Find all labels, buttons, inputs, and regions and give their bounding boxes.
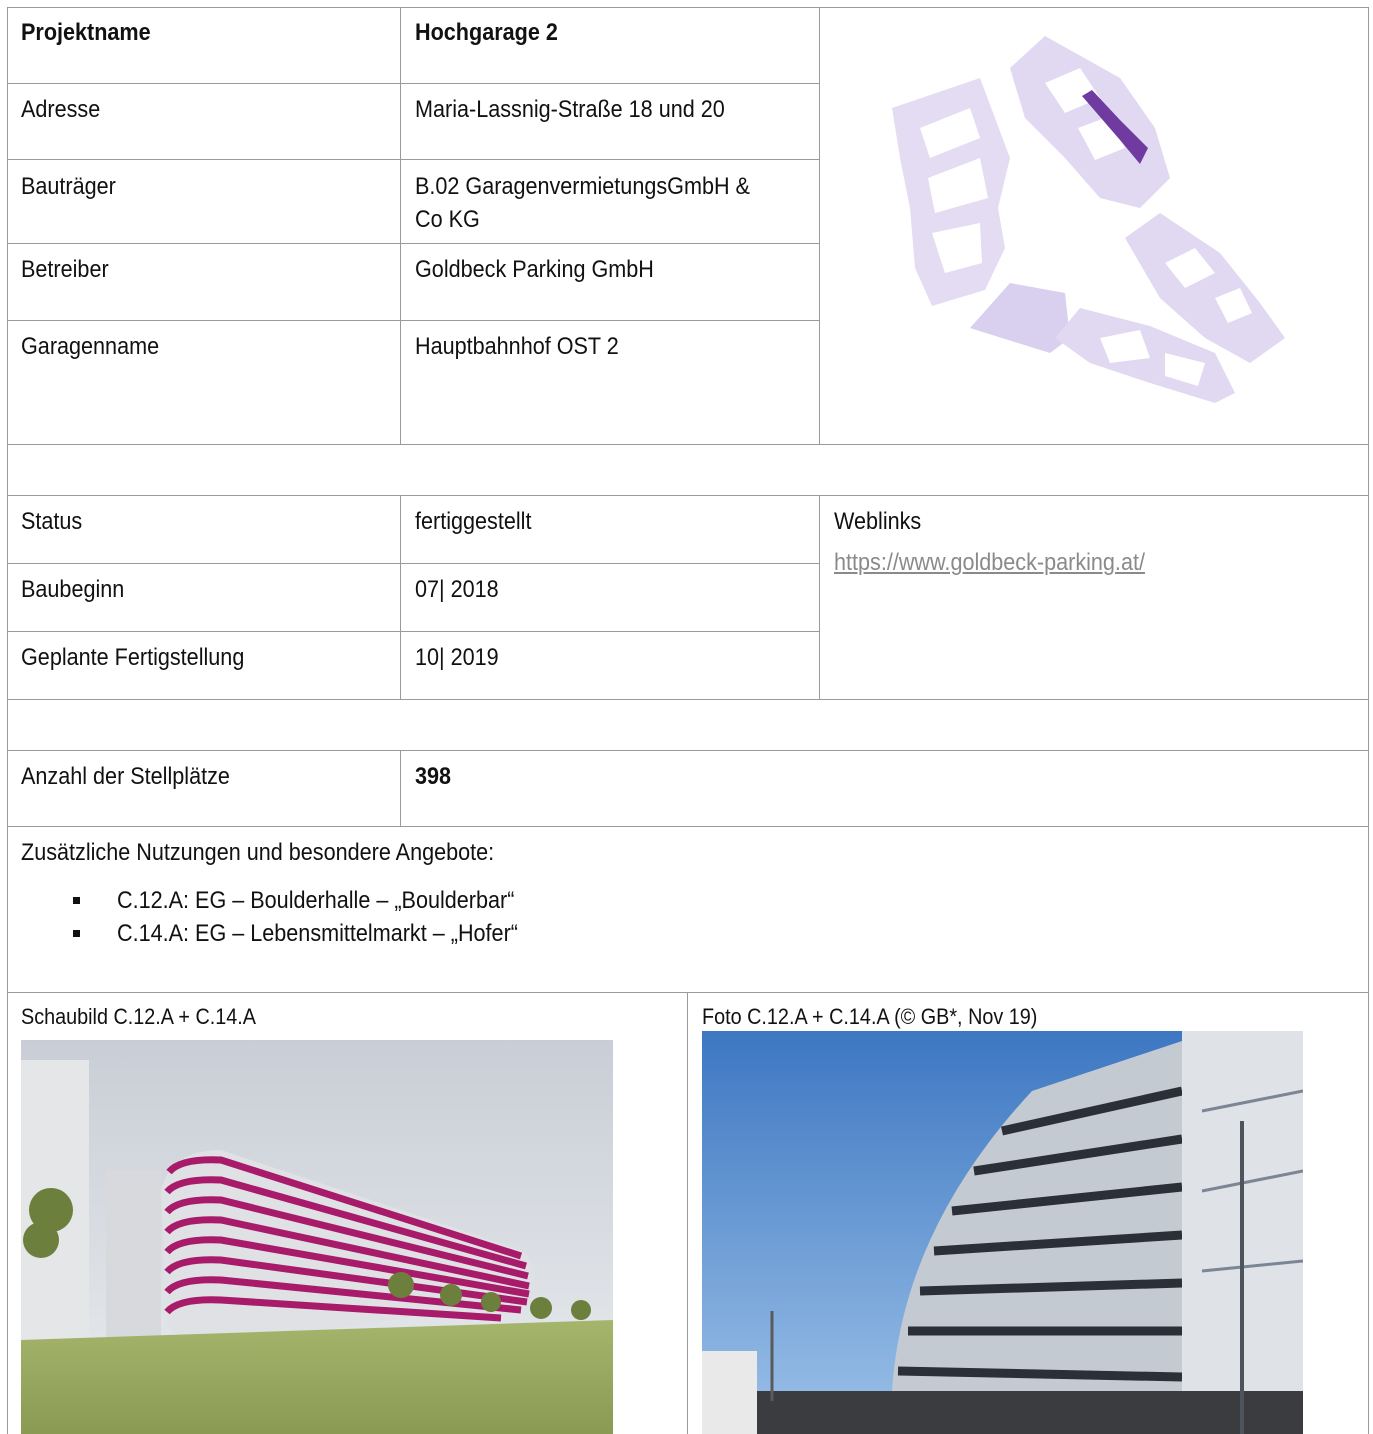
- row-line: [7, 495, 1368, 496]
- value-operator: Goldbeck Parking GmbH: [415, 256, 654, 283]
- site-plan-svg: [892, 36, 1285, 403]
- row-line: [7, 826, 1368, 827]
- render-caption: Schaubild C.12.A + C.14.A: [21, 1004, 257, 1029]
- label-planned-completion: Geplante Fertigstellung: [21, 644, 245, 671]
- row-line: [7, 243, 819, 244]
- label-project-name: Projektname: [21, 19, 151, 46]
- render-image: [21, 1040, 613, 1434]
- value-address: Maria-Lassnig-Straße 18 und 20: [415, 96, 725, 123]
- extras-heading: Zusätzliche Nutzungen und besondere Ange…: [21, 839, 495, 866]
- value-developer-line2: Co KG: [415, 206, 480, 233]
- site-photo: [702, 1031, 1303, 1434]
- photo-illustration: [702, 1031, 1303, 1434]
- label-construction-start: Baubeginn: [21, 576, 125, 603]
- row-line: [7, 699, 1368, 700]
- extras-item: C.14.A: EG – Lebensmittelmarkt – „Hofer“: [117, 920, 518, 947]
- row-line: [7, 320, 819, 321]
- col-divider-1: [400, 495, 401, 699]
- value-planned-completion: 10| 2019: [415, 644, 499, 671]
- row-line: [7, 563, 819, 564]
- col-divider-1: [400, 750, 401, 826]
- col-divider-2: [819, 495, 820, 699]
- photo-caption: Foto C.12.A + C.14.A (© GB*, Nov 19): [702, 1004, 1038, 1029]
- extras-item: C.12.A: EG – Boulderhalle – „Boulderbar“: [117, 887, 515, 914]
- site-plan-map: [820, 8, 1368, 444]
- row-line: [7, 631, 819, 632]
- border-left: [7, 7, 8, 1434]
- project-sheet: Projektname Hochgarage 2 Adresse Maria-L…: [7, 7, 1369, 1434]
- label-garage-name: Garagenname: [21, 333, 160, 360]
- row-line: [7, 444, 1368, 445]
- bullet-icon: [73, 930, 80, 937]
- value-garage-name: Hauptbahnhof OST 2: [415, 333, 619, 360]
- bullet-icon: [73, 897, 80, 904]
- render-illustration: [21, 1040, 613, 1434]
- label-parking-spaces: Anzahl der Stellplätze: [21, 763, 230, 790]
- label-developer: Bauträger: [21, 173, 116, 200]
- weblink-goldbeck[interactable]: https://www.goldbeck-parking.at/: [834, 546, 1145, 579]
- row-line: [7, 83, 819, 84]
- weblinks-label: Weblinks: [834, 508, 922, 535]
- row-line: [7, 750, 1368, 751]
- label-status: Status: [21, 508, 83, 535]
- value-construction-start: 07| 2018: [415, 576, 499, 603]
- value-status: fertiggestellt: [415, 508, 532, 535]
- row-line: [7, 159, 819, 160]
- label-operator: Betreiber: [21, 256, 109, 283]
- border-right: [1368, 7, 1369, 1434]
- value-parking-spaces: 398: [415, 763, 452, 790]
- site-plan-buildings: [892, 36, 1285, 403]
- col-divider-images: [687, 992, 688, 1434]
- value-developer-line1: B.02 GaragenvermietungsGmbH &: [415, 173, 750, 200]
- value-project-name: Hochgarage 2: [415, 19, 558, 46]
- label-address: Adresse: [21, 96, 101, 123]
- col-divider-1: [400, 7, 401, 445]
